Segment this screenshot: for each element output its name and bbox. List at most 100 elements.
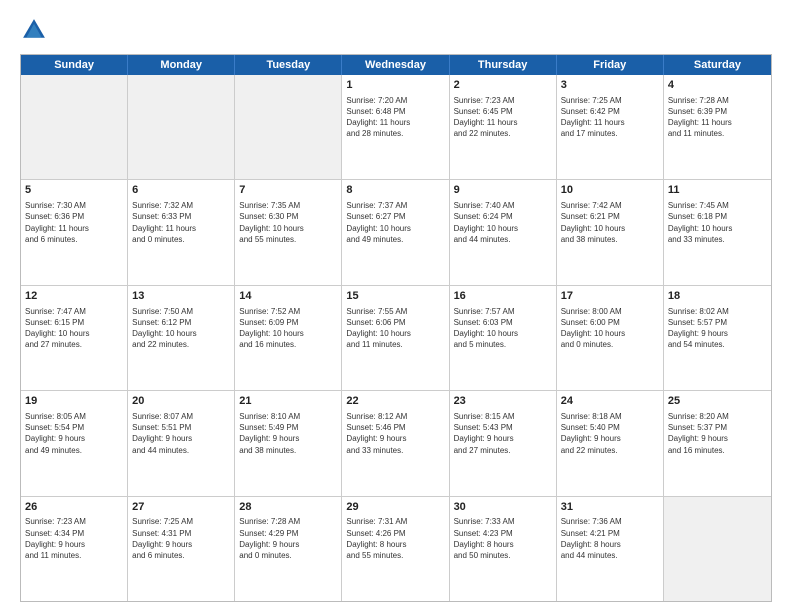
- calendar-cell: 11Sunrise: 7:45 AMSunset: 6:18 PMDayligh…: [664, 180, 771, 284]
- calendar-cell: 26Sunrise: 7:23 AMSunset: 4:34 PMDayligh…: [21, 497, 128, 601]
- calendar-header: SundayMondayTuesdayWednesdayThursdayFrid…: [21, 55, 771, 75]
- cell-info-line: Daylight: 9 hours: [561, 433, 659, 444]
- cell-info-line: Sunset: 6:18 PM: [668, 211, 767, 222]
- cell-info-line: Daylight: 10 hours: [454, 223, 552, 234]
- cell-info-line: and 33 minutes.: [346, 445, 444, 456]
- cell-info-line: Sunrise: 7:57 AM: [454, 306, 552, 317]
- calendar-cell: [235, 75, 342, 179]
- day-number: 15: [346, 289, 444, 304]
- header: [20, 16, 772, 44]
- header-day: Saturday: [664, 55, 771, 75]
- cell-info-line: and 5 minutes.: [454, 339, 552, 350]
- cell-info-line: Daylight: 10 hours: [668, 223, 767, 234]
- cell-info-line: Sunset: 6:48 PM: [346, 106, 444, 117]
- cell-info-line: Sunrise: 7:50 AM: [132, 306, 230, 317]
- calendar-cell: 3Sunrise: 7:25 AMSunset: 6:42 PMDaylight…: [557, 75, 664, 179]
- cell-info-line: Sunset: 6:12 PM: [132, 317, 230, 328]
- cell-info-line: and 49 minutes.: [25, 445, 123, 456]
- cell-info-line: Daylight: 9 hours: [25, 539, 123, 550]
- cell-info-line: Sunrise: 8:12 AM: [346, 411, 444, 422]
- cell-info-line: Sunrise: 7:37 AM: [346, 200, 444, 211]
- cell-info-line: Sunrise: 7:25 AM: [561, 95, 659, 106]
- calendar-cell: 20Sunrise: 8:07 AMSunset: 5:51 PMDayligh…: [128, 391, 235, 495]
- cell-info-line: Sunset: 5:40 PM: [561, 422, 659, 433]
- cell-info-line: Daylight: 10 hours: [239, 328, 337, 339]
- calendar-cell: 17Sunrise: 8:00 AMSunset: 6:00 PMDayligh…: [557, 286, 664, 390]
- calendar-cell: 21Sunrise: 8:10 AMSunset: 5:49 PMDayligh…: [235, 391, 342, 495]
- cell-info-line: Sunrise: 7:28 AM: [668, 95, 767, 106]
- day-number: 7: [239, 183, 337, 198]
- day-number: 12: [25, 289, 123, 304]
- day-number: 2: [454, 78, 552, 93]
- calendar-cell: 2Sunrise: 7:23 AMSunset: 6:45 PMDaylight…: [450, 75, 557, 179]
- cell-info-line: and 0 minutes.: [561, 339, 659, 350]
- day-number: 13: [132, 289, 230, 304]
- cell-info-line: Sunset: 4:29 PM: [239, 528, 337, 539]
- cell-info-line: Sunset: 6:45 PM: [454, 106, 552, 117]
- cell-info-line: Sunrise: 8:07 AM: [132, 411, 230, 422]
- calendar-cell: 19Sunrise: 8:05 AMSunset: 5:54 PMDayligh…: [21, 391, 128, 495]
- cell-info-line: Sunset: 4:31 PM: [132, 528, 230, 539]
- calendar-cell: 22 Sunrise: 8:12 AMSunset: 5:46 PMDayligh…: [342, 391, 449, 495]
- cell-info-line: Sunset: 6:00 PM: [561, 317, 659, 328]
- cell-info-line: Sunset: 6:09 PM: [239, 317, 337, 328]
- day-number: 26: [25, 500, 123, 515]
- cell-info-line: Sunset: 5:46 PM: [346, 422, 444, 433]
- cell-info-line: and 38 minutes.: [561, 234, 659, 245]
- cell-info-line: Daylight: 9 hours: [668, 328, 767, 339]
- cell-info-line: Sunrise: 8:10 AM: [239, 411, 337, 422]
- calendar-cell: 25Sunrise: 8:20 AMSunset: 5:37 PMDayligh…: [664, 391, 771, 495]
- cell-info-line: Sunrise: 7:47 AM: [25, 306, 123, 317]
- calendar-cell: 7Sunrise: 7:35 AMSunset: 6:30 PMDaylight…: [235, 180, 342, 284]
- calendar-cell: 15Sunrise: 7:55 AMSunset: 6:06 PMDayligh…: [342, 286, 449, 390]
- calendar-cell: 24Sunrise: 8:18 AMSunset: 5:40 PMDayligh…: [557, 391, 664, 495]
- day-number: 18: [668, 289, 767, 304]
- cell-info-line: Sunset: 5:43 PM: [454, 422, 552, 433]
- cell-info-line: Daylight: 10 hours: [561, 223, 659, 234]
- cell-info-line: Daylight: 9 hours: [132, 433, 230, 444]
- cell-info-line: Daylight: 9 hours: [346, 433, 444, 444]
- cell-info-line: Sunset: 4:23 PM: [454, 528, 552, 539]
- cell-info-line: Daylight: 9 hours: [454, 433, 552, 444]
- cell-info-line: Sunset: 6:39 PM: [668, 106, 767, 117]
- header-day: Sunday: [21, 55, 128, 75]
- calendar-cell: 18 Sunrise: 8:02 AMSunset: 5:57 PMDayligh…: [664, 286, 771, 390]
- calendar-cell: 31Sunrise: 7:36 AMSunset: 4:21 PMDayligh…: [557, 497, 664, 601]
- cell-info-line: Sunrise: 8:02 AM: [668, 306, 767, 317]
- cell-info-line: and 27 minutes.: [25, 339, 123, 350]
- cell-info-line: Sunset: 5:49 PM: [239, 422, 337, 433]
- calendar-cell: 27Sunrise: 7:25 AMSunset: 4:31 PMDayligh…: [128, 497, 235, 601]
- calendar-cell: 1Sunrise: 7:20 AMSunset: 6:48 PMDaylight…: [342, 75, 449, 179]
- header-day: Friday: [557, 55, 664, 75]
- day-number: 3: [561, 78, 659, 93]
- cell-info-line: Daylight: 8 hours: [346, 539, 444, 550]
- cell-info-line: Sunset: 6:03 PM: [454, 317, 552, 328]
- cell-info-line: Daylight: 10 hours: [346, 223, 444, 234]
- cell-info-line: Sunrise: 7:42 AM: [561, 200, 659, 211]
- cell-info-line: and 22 minutes.: [561, 445, 659, 456]
- cell-info-line: Sunset: 5:54 PM: [25, 422, 123, 433]
- cell-info-line: and 22 minutes.: [132, 339, 230, 350]
- day-number: 6: [132, 183, 230, 198]
- calendar-row: 12Sunrise: 7:47 AMSunset: 6:15 PMDayligh…: [21, 285, 771, 390]
- cell-info-line: Sunrise: 7:28 AM: [239, 516, 337, 527]
- cell-info-line: Daylight: 10 hours: [239, 223, 337, 234]
- day-number: 11: [668, 183, 767, 198]
- day-number: 22: [346, 394, 444, 409]
- day-number: 30: [454, 500, 552, 515]
- logo-icon: [20, 16, 48, 44]
- cell-info-line: and 33 minutes.: [668, 234, 767, 245]
- cell-info-line: and 49 minutes.: [346, 234, 444, 245]
- cell-info-line: Sunset: 5:57 PM: [668, 317, 767, 328]
- cell-info-line: Sunrise: 7:52 AM: [239, 306, 337, 317]
- cell-info-line: Sunset: 6:21 PM: [561, 211, 659, 222]
- cell-info-line: Daylight: 11 hours: [668, 117, 767, 128]
- cell-info-line: Sunrise: 7:32 AM: [132, 200, 230, 211]
- cell-info-line: Daylight: 11 hours: [132, 223, 230, 234]
- cell-info-line: Sunrise: 7:25 AM: [132, 516, 230, 527]
- cell-info-line: Daylight: 9 hours: [25, 433, 123, 444]
- logo: [20, 16, 52, 44]
- calendar-body: 1Sunrise: 7:20 AMSunset: 6:48 PMDaylight…: [21, 75, 771, 601]
- cell-info-line: and 11 minutes.: [668, 128, 767, 139]
- cell-info-line: and 38 minutes.: [239, 445, 337, 456]
